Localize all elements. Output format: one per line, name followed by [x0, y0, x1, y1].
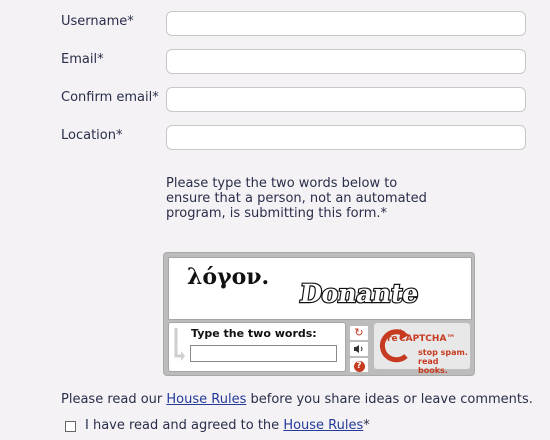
- rules-suffix: before you share ideas or leave comments…: [246, 392, 533, 407]
- captcha-response-area: Type the two words:: [168, 322, 346, 372]
- recaptcha-widget: λόγον. Donante Type the two words: ↻ ? r…: [163, 252, 475, 376]
- refresh-icon[interactable]: ↻: [349, 325, 369, 341]
- captcha-word-1: λόγον.: [187, 264, 269, 290]
- confirm-email-label: Confirm email*: [61, 90, 159, 105]
- captcha-words-image: λόγον. Donante: [187, 264, 422, 309]
- agree-checkbox[interactable]: [65, 421, 76, 432]
- house-rules-link[interactable]: House Rules: [166, 392, 246, 407]
- tagline-2: read books.: [418, 357, 448, 375]
- confirm-email-field[interactable]: [166, 87, 526, 112]
- agree-house-rules-link[interactable]: House Rules: [283, 418, 363, 433]
- agree-prefix: I have read and agreed to the: [85, 418, 284, 433]
- brand-re: re: [387, 334, 398, 344]
- arrow-icon: [174, 328, 185, 361]
- rules-prefix: Please read our: [61, 392, 167, 407]
- captcha-word-2: Donante: [298, 278, 421, 308]
- help-icon[interactable]: ?: [349, 357, 369, 373]
- email-label: Email*: [61, 52, 104, 67]
- agree-suffix: *: [363, 418, 370, 433]
- location-label: Location*: [61, 128, 123, 143]
- username-field[interactable]: [166, 11, 526, 36]
- captcha-image: λόγον. Donante: [168, 257, 472, 320]
- tagline-1: stop spam.: [418, 348, 468, 357]
- captcha-response-input[interactable]: [190, 345, 337, 362]
- recaptcha-arrow-logo: [379, 329, 409, 363]
- agree-label: I have read and agreed to the House Rule…: [85, 418, 370, 433]
- brand-name: CAPTCHA™: [399, 334, 456, 344]
- audio-icon[interactable]: [349, 341, 369, 357]
- location-field[interactable]: [166, 125, 526, 150]
- recaptcha-logo: re CAPTCHA™ stop spam. read books.: [374, 323, 470, 375]
- username-label: Username*: [61, 14, 134, 29]
- captcha-prompt: Type the two words:: [191, 327, 317, 340]
- email-field[interactable]: [166, 49, 526, 74]
- captcha-instructions: Please type the two words below to ensur…: [166, 176, 427, 221]
- house-rules-notice: Please read our House Rules before you s…: [61, 392, 533, 407]
